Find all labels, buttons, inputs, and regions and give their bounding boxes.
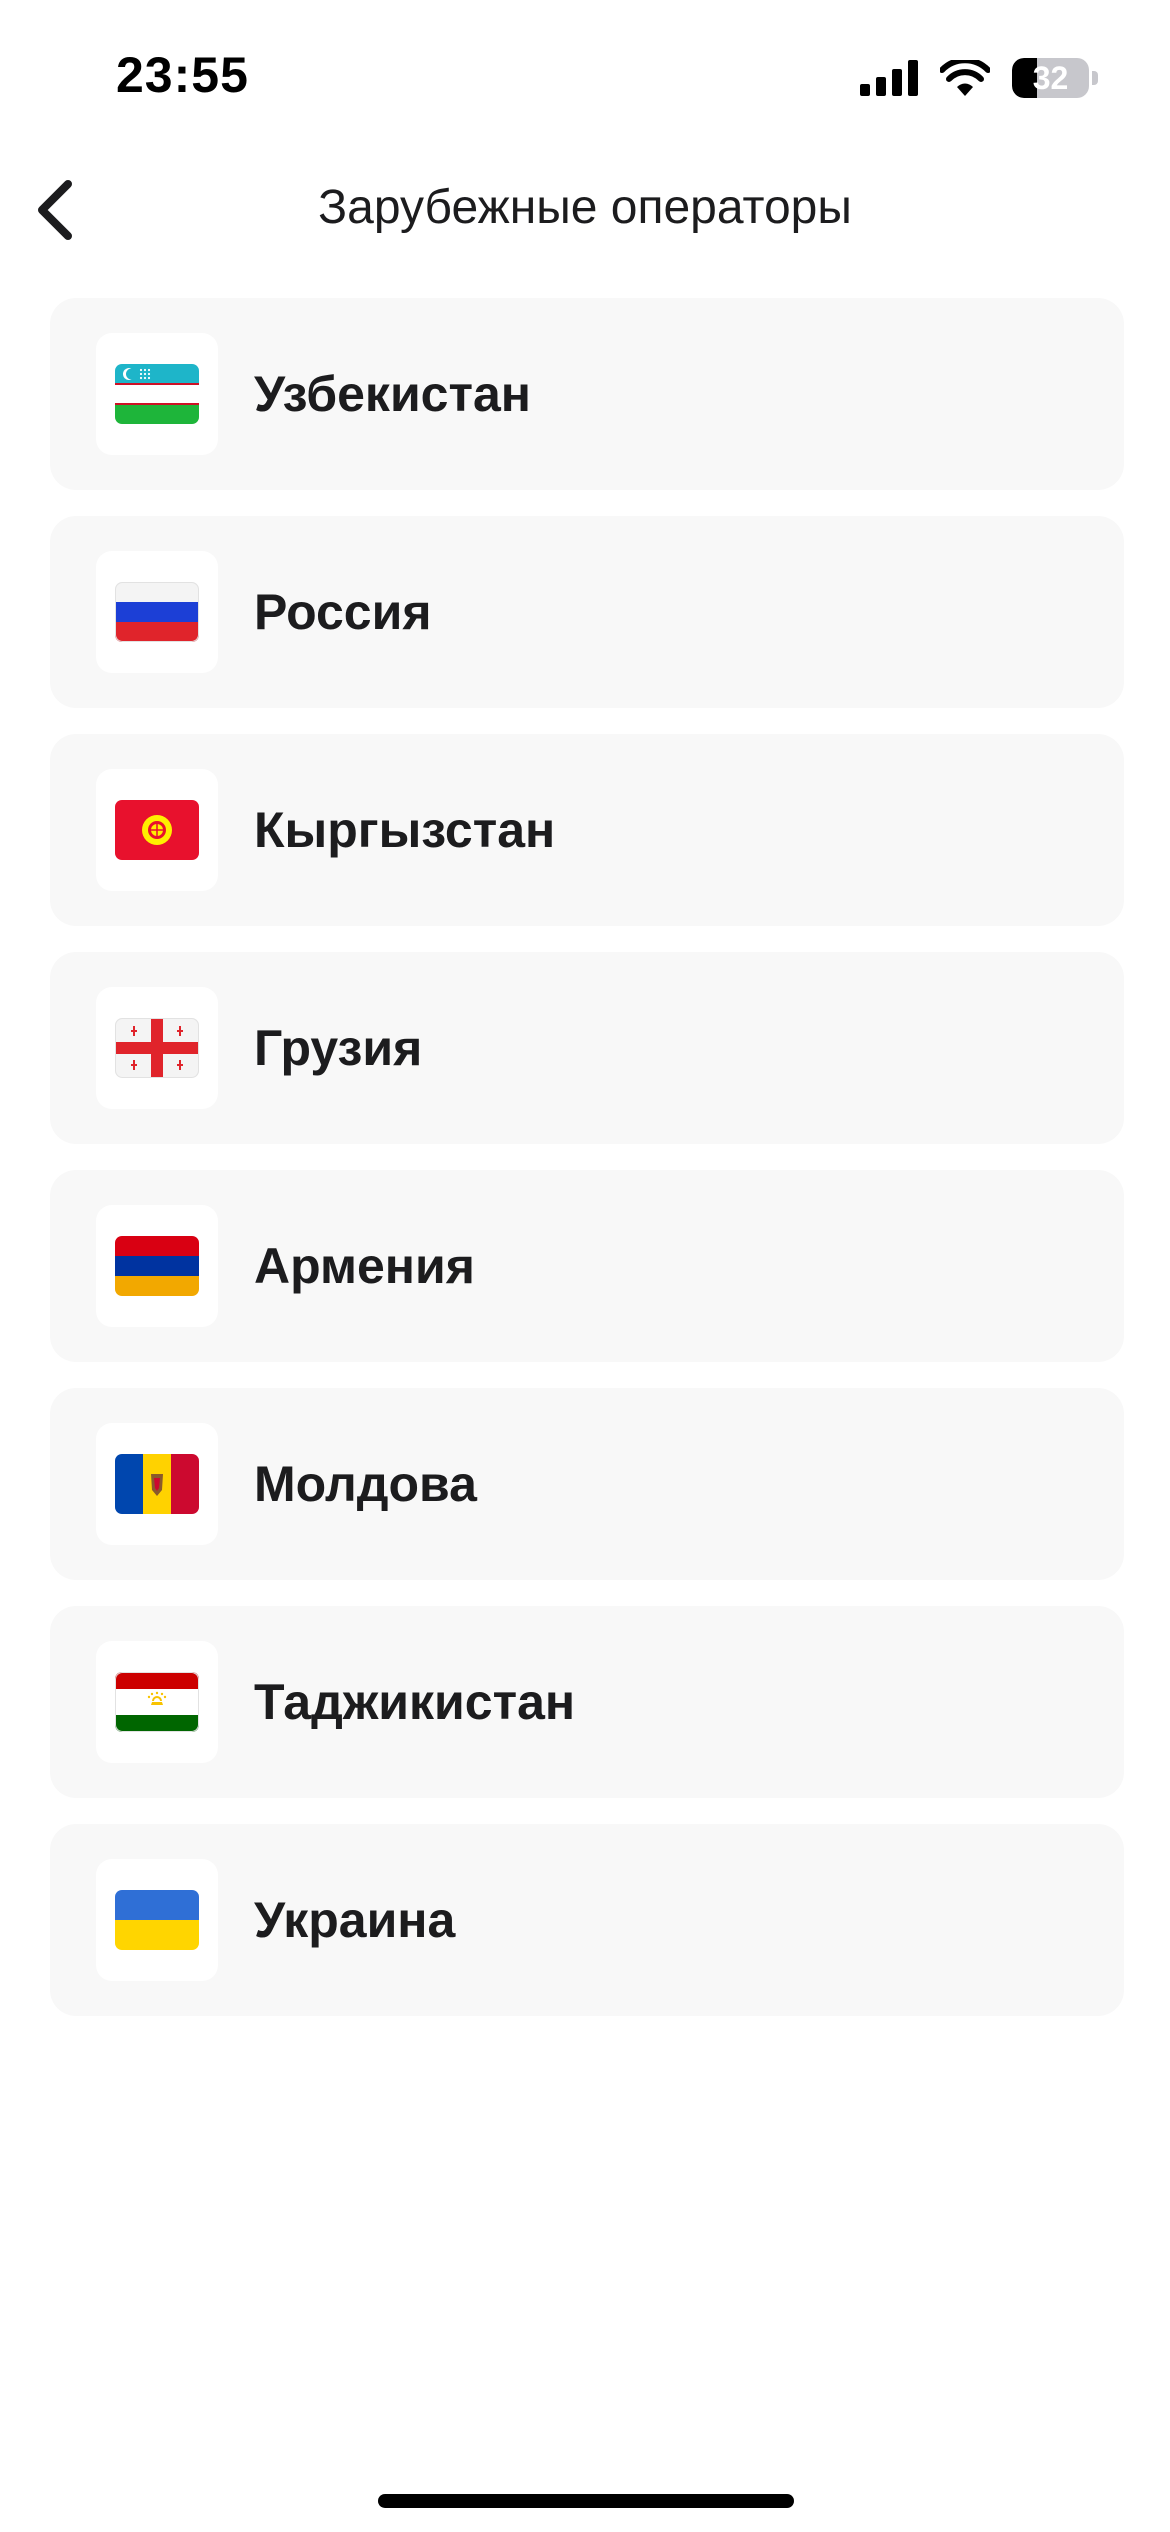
battery-cap [1092, 71, 1098, 85]
country-item-uzbekistan[interactable]: Узбекистан [50, 298, 1124, 490]
battery-body: 32 [1012, 58, 1090, 98]
kyrgyzstan-flag-icon [115, 800, 199, 860]
country-name: Россия [254, 584, 432, 640]
country-name: Кыргызстан [254, 802, 556, 858]
home-indicator[interactable] [378, 2494, 794, 2508]
country-list: Узбекистан Россия Кыргызстан Грузия Арме… [50, 298, 1124, 2016]
country-name: Узбекистан [254, 366, 531, 422]
flag-container [96, 1205, 218, 1327]
wifi-icon [940, 60, 990, 96]
country-item-kyrgyzstan[interactable]: Кыргызстан [50, 734, 1124, 926]
country-name: Украина [254, 1892, 456, 1948]
signal-icon [860, 60, 918, 96]
country-item-russia[interactable]: Россия [50, 516, 1124, 708]
country-name: Армения [254, 1238, 475, 1294]
ukraine-flag-icon [115, 1890, 199, 1950]
uzbekistan-flag-icon [115, 364, 199, 424]
country-item-moldova[interactable]: Молдова [50, 1388, 1124, 1580]
country-item-armenia[interactable]: Армения [50, 1170, 1124, 1362]
navigation-bar: Зарубежные операторы [0, 160, 1170, 260]
moldova-flag-icon [115, 1454, 199, 1514]
flag-container [96, 333, 218, 455]
flag-container [96, 1641, 218, 1763]
country-name: Таджикистан [254, 1674, 576, 1730]
russia-flag-icon [115, 582, 199, 642]
flag-container [96, 987, 218, 1109]
country-item-tajikistan[interactable]: Таджикистан [50, 1606, 1124, 1798]
status-icons: 32 [860, 54, 1098, 102]
georgia-flag-icon [115, 1018, 199, 1078]
page-title: Зарубежные операторы [318, 181, 852, 234]
country-item-georgia[interactable]: Грузия [50, 952, 1124, 1144]
flag-container [96, 1859, 218, 1981]
country-name: Грузия [254, 1020, 423, 1076]
flag-container [96, 551, 218, 673]
battery-level: 32 [1032, 59, 1069, 96]
country-item-ukraine[interactable]: Украина [50, 1824, 1124, 2016]
status-bar: 23:55 32 [0, 0, 1170, 150]
status-time: 23:55 [116, 47, 249, 103]
armenia-flag-icon [115, 1236, 199, 1296]
flag-container [96, 769, 218, 891]
country-name: Молдова [254, 1456, 477, 1512]
battery-icon: 32 [1012, 56, 1098, 100]
tajikistan-flag-icon [115, 1672, 199, 1732]
flag-container [96, 1423, 218, 1545]
